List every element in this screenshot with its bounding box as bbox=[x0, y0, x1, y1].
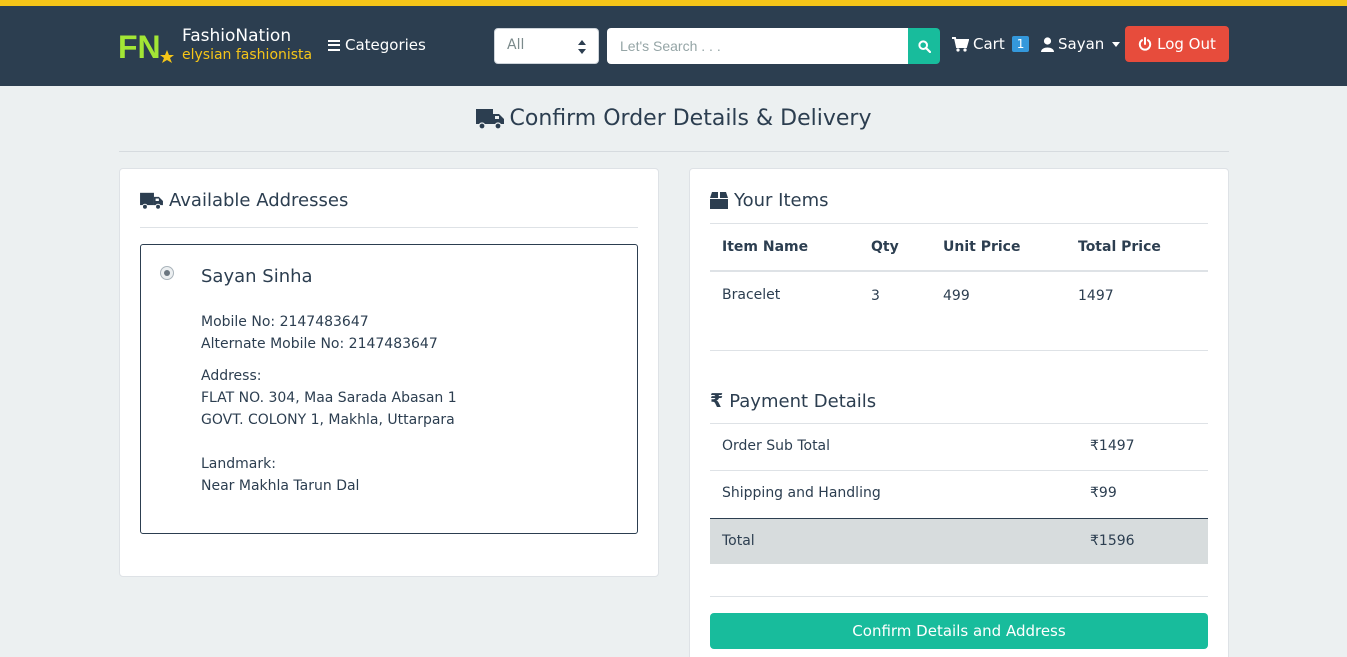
bars-icon bbox=[328, 39, 340, 51]
user-menu[interactable]: Sayan bbox=[1041, 35, 1121, 53]
cart-label: Cart bbox=[973, 35, 1005, 53]
logout-label: Log Out bbox=[1157, 35, 1216, 53]
address-line-1: FLAT NO. 304, Maa Sarada Abasan 1 bbox=[201, 390, 457, 406]
address-alt-mobile: Alternate Mobile No: 2147483647 bbox=[201, 336, 438, 352]
user-icon bbox=[1041, 36, 1054, 52]
rupee-icon: ₹ bbox=[710, 390, 724, 412]
shopping-cart-icon bbox=[952, 36, 969, 52]
item-unit-price: 499 bbox=[943, 288, 970, 304]
cart-count-badge: 1 bbox=[1011, 36, 1030, 52]
brand-tagline: elysian fashionista bbox=[182, 47, 313, 63]
payment-row-divider bbox=[710, 470, 1208, 471]
box-icon bbox=[710, 192, 728, 209]
title-divider bbox=[119, 151, 1229, 152]
items-heading-text: Your Items bbox=[734, 190, 829, 211]
search-category-value: All bbox=[507, 37, 525, 53]
payment-heading-text: Payment Details bbox=[729, 390, 877, 412]
cart-link[interactable]: Cart 1 bbox=[952, 35, 1030, 53]
column-header: Qty bbox=[871, 239, 899, 255]
payment-total-row: Total ₹1596 bbox=[710, 518, 1208, 564]
brand-logo[interactable]: FN bbox=[118, 30, 176, 64]
logout-button[interactable]: Log Out bbox=[1125, 26, 1229, 62]
addresses-divider bbox=[140, 227, 638, 228]
page-title: Confirm Order Details & Delivery bbox=[0, 106, 1347, 131]
landmark-label: Landmark: bbox=[201, 456, 276, 472]
address-line-2: GOVT. COLONY 1, Makhla, Uttarpara bbox=[201, 412, 455, 428]
item-name: Bracelet bbox=[722, 287, 781, 303]
search-icon bbox=[917, 39, 931, 53]
addresses-heading-text: Available Addresses bbox=[169, 190, 349, 211]
payment-top-divider bbox=[710, 423, 1208, 424]
payment-label: Order Sub Total bbox=[722, 438, 831, 454]
address-radio[interactable] bbox=[160, 266, 174, 280]
order-summary-card: Your Items Item Name Qty Unit Price Tota… bbox=[689, 168, 1229, 657]
svg-text:FN: FN bbox=[118, 30, 161, 64]
payment-heading: ₹ Payment Details bbox=[710, 390, 876, 412]
items-heading: Your Items bbox=[710, 190, 829, 211]
search-button[interactable] bbox=[908, 28, 940, 64]
sort-icon bbox=[578, 40, 586, 54]
column-header: Unit Price bbox=[943, 239, 1021, 255]
brand-name[interactable]: FashioNation bbox=[182, 26, 291, 46]
power-icon bbox=[1138, 37, 1152, 51]
items-header-divider bbox=[710, 270, 1208, 272]
payment-total-label: Total bbox=[722, 533, 755, 549]
payment-value: ₹99 bbox=[1090, 485, 1117, 501]
user-name: Sayan bbox=[1058, 35, 1105, 53]
addresses-card: Available Addresses Sayan Sinha Mobile N… bbox=[119, 168, 659, 577]
column-header: Item Name bbox=[722, 239, 809, 255]
items-bottom-divider bbox=[710, 350, 1208, 351]
payment-total-value: ₹1596 bbox=[1090, 533, 1135, 549]
item-qty: 3 bbox=[871, 288, 880, 304]
item-total-price: 1497 bbox=[1078, 288, 1114, 304]
address-name: Sayan Sinha bbox=[201, 266, 313, 287]
truck-icon bbox=[140, 192, 163, 210]
categories-label: Categories bbox=[345, 36, 426, 54]
payment-value: ₹1497 bbox=[1090, 438, 1135, 454]
categories-menu[interactable]: Categories bbox=[328, 36, 426, 54]
address-mobile: Mobile No: 2147483647 bbox=[201, 314, 369, 330]
items-top-divider bbox=[710, 223, 1208, 224]
landmark-value: Near Makhla Tarun Dal bbox=[201, 478, 360, 494]
page-title-text: Confirm Order Details & Delivery bbox=[509, 106, 872, 131]
caret-down-icon bbox=[1112, 41, 1121, 47]
navbar: FN FashioNation elysian fashionista Cate… bbox=[0, 6, 1347, 86]
confirm-details-button[interactable]: Confirm Details and Address bbox=[710, 613, 1208, 649]
search-input[interactable] bbox=[607, 28, 908, 64]
address-option[interactable]: Sayan Sinha Mobile No: 2147483647 Altern… bbox=[140, 244, 638, 534]
column-header: Total Price bbox=[1078, 239, 1161, 255]
search-category-select[interactable]: All bbox=[494, 28, 599, 64]
confirm-divider bbox=[710, 596, 1208, 597]
address-label: Address: bbox=[201, 368, 262, 384]
addresses-heading: Available Addresses bbox=[140, 190, 348, 211]
truck-icon bbox=[475, 108, 504, 130]
payment-label: Shipping and Handling bbox=[722, 485, 881, 501]
